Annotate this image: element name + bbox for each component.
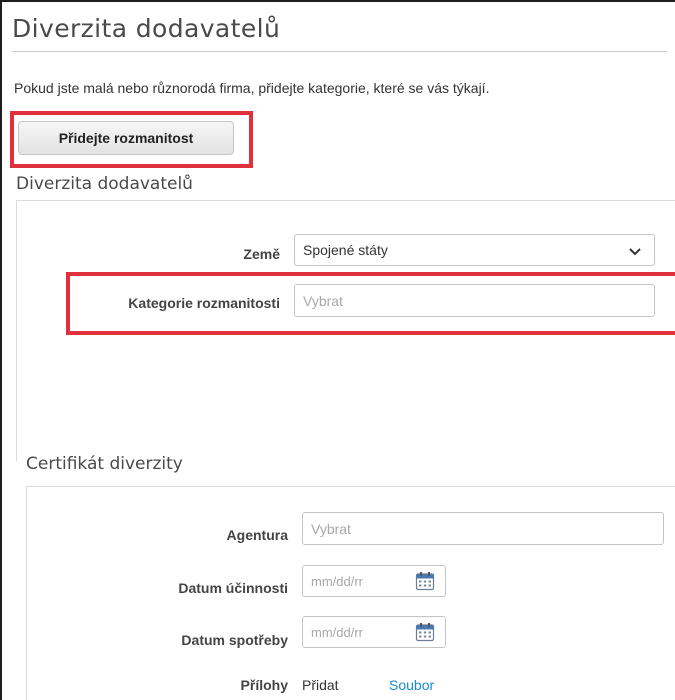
attachments-label: Přílohy	[240, 677, 288, 693]
intro-text: Pokud jste malá nebo různorodá firma, př…	[14, 80, 490, 96]
supplier-diversity-panel: Diverzita dodavatelů Pokud jste malá neb…	[0, 0, 675, 700]
expiry-date-label: Datum spotřeby	[181, 632, 288, 648]
diversity-category-label: Kategorie rozmanitosti	[128, 295, 280, 311]
diversity-category-input[interactable]	[294, 284, 655, 317]
attachment-add-text: Přidat	[302, 677, 339, 693]
effective-date-label: Datum účinnosti	[178, 580, 288, 596]
calendar-icon[interactable]	[415, 622, 435, 642]
country-label: Země	[243, 246, 280, 262]
attachment-file-link[interactable]: Soubor	[389, 677, 434, 693]
agency-label: Agentura	[226, 527, 288, 543]
chevron-down-icon	[629, 248, 641, 256]
calendar-icon[interactable]	[415, 571, 435, 591]
country-select[interactable]: Spojené státy	[294, 234, 655, 266]
country-selected-value: Spojené státy	[303, 242, 388, 258]
title-divider	[12, 51, 667, 52]
agency-input[interactable]	[302, 512, 664, 545]
diversity-section-title: Diverzita dodavatelů	[16, 174, 193, 194]
page-title: Diverzita dodavatelů	[12, 14, 281, 43]
add-diversity-button[interactable]: Přidejte rozmanitost	[18, 121, 234, 155]
certificate-section-title: Certifikát diverzity	[26, 454, 183, 474]
